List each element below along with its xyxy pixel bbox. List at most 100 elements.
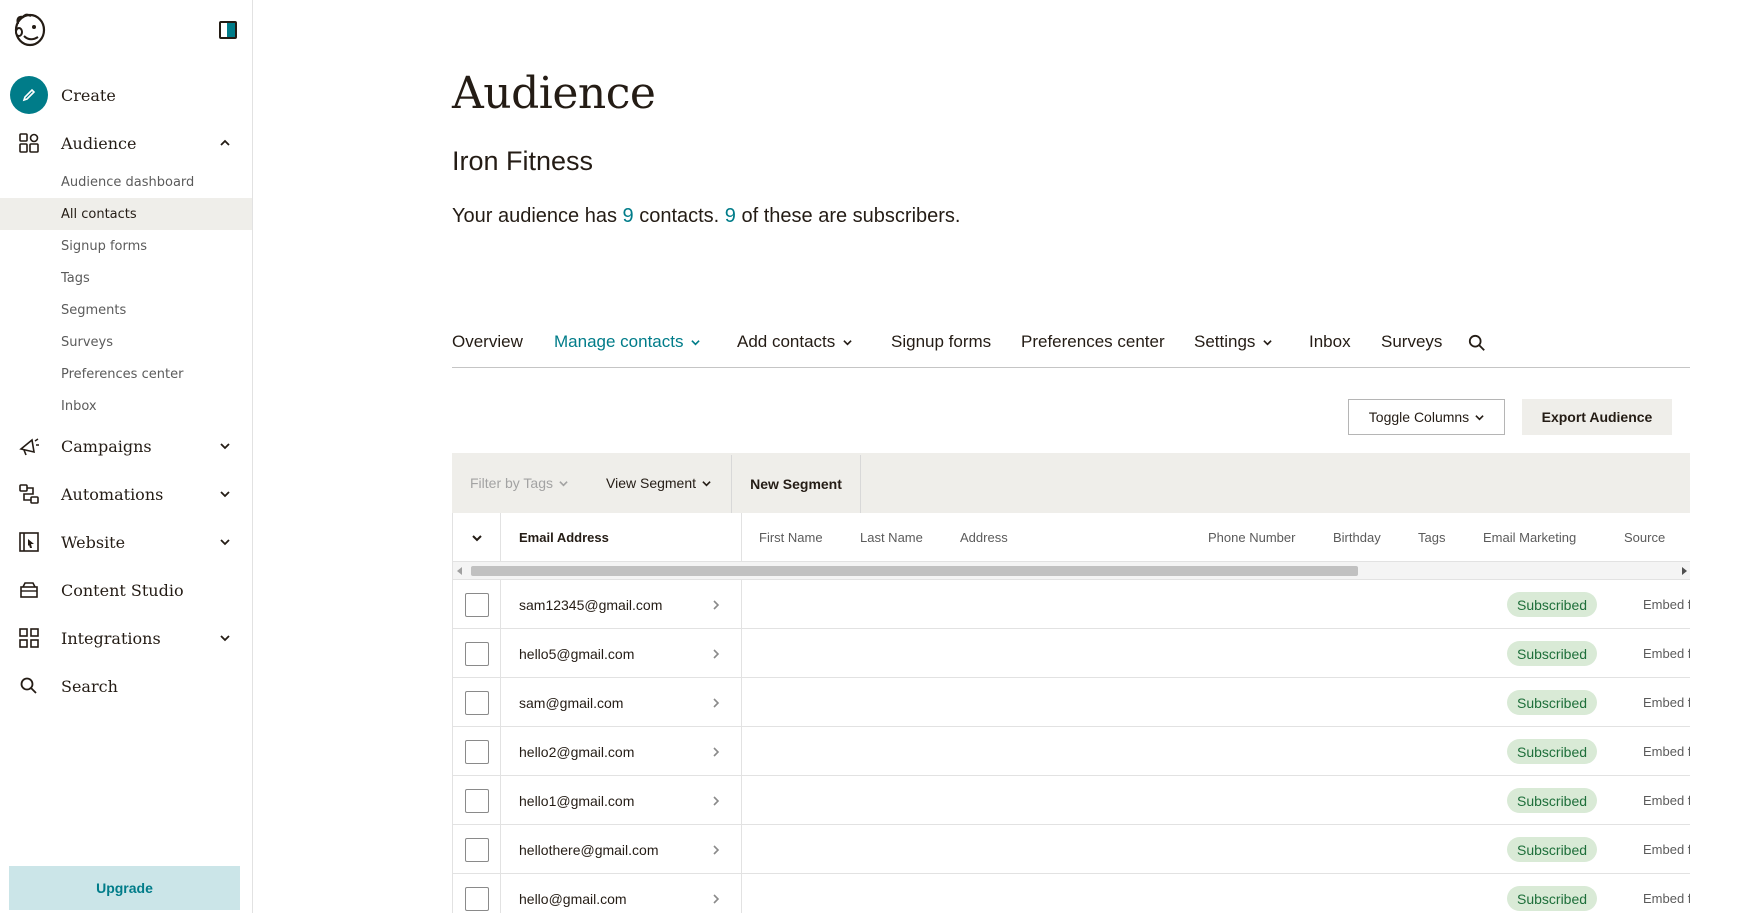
status-badge: Subscribed [1507,592,1598,617]
collapse-sidebar-icon[interactable] [219,21,237,39]
column-header-email[interactable]: Email Address [519,513,609,562]
nav-search[interactable]: Search [0,666,252,706]
chevron-right-icon[interactable] [711,894,721,904]
chevron-up-icon[interactable] [219,137,231,149]
tab-inbox[interactable]: Inbox [1309,332,1351,352]
view-segment-dropdown[interactable]: View Segment [606,453,711,513]
scroll-right-icon[interactable] [1682,567,1687,575]
column-header-address[interactable]: Address [960,513,1008,562]
column-header-birthday[interactable]: Birthday [1333,513,1381,562]
row-checkbox[interactable] [464,641,489,666]
upgrade-button[interactable]: Upgrade [9,866,240,910]
scrollbar-thumb[interactable] [471,566,1358,576]
table-row[interactable]: hello1@gmail.com Subscribed Embed f [453,776,1690,825]
sidebar-item-inbox[interactable]: Inbox [0,390,252,422]
tab-overview[interactable]: Overview [452,332,523,352]
column-header-tags[interactable]: Tags [1418,513,1445,562]
chevron-down-icon[interactable] [219,440,231,452]
tab-manage-contacts[interactable]: Manage contacts [554,332,701,352]
tab-settings[interactable]: Settings [1194,332,1273,352]
nav-website[interactable]: Website [0,522,252,562]
column-divider [741,825,742,874]
row-checkbox[interactable] [464,788,489,813]
contacts-table: Email Address First Name Last Name Addre… [452,513,1690,913]
tab-add-contacts[interactable]: Add contacts [737,332,852,352]
chevron-down-icon[interactable] [219,632,231,644]
tab-surveys[interactable]: Surveys [1381,332,1442,352]
sidebar-item-signup-forms[interactable]: Signup forms [0,230,252,262]
nav-integrations[interactable]: Integrations [0,618,252,658]
sidebar: Create Audience Audience dashboard All c… [0,0,253,913]
row-checkbox[interactable] [464,739,489,764]
table-row[interactable]: sam12345@gmail.com Subscribed Embed f [453,580,1690,629]
nav-create[interactable]: Create [0,75,252,115]
table-row[interactable]: hello2@gmail.com Subscribed Embed f [453,727,1690,776]
column-header-source[interactable]: Source [1624,513,1665,562]
chevron-right-icon[interactable] [711,649,721,659]
sidebar-item-tags[interactable]: Tags [0,262,252,294]
toggle-columns-button[interactable]: Toggle Columns [1348,399,1505,435]
sidebar-item-segments[interactable]: Segments [0,294,252,326]
chevron-right-icon[interactable] [711,845,721,855]
table-row[interactable]: hello5@gmail.com Subscribed Embed f [453,629,1690,678]
nav-create-label: Create [61,85,116,105]
row-select-cell [453,776,501,825]
view-segment-label: View Segment [606,475,697,491]
chevron-down-icon [1475,414,1484,420]
row-checkbox[interactable] [464,837,489,862]
tab-signup-forms[interactable]: Signup forms [891,332,991,352]
row-checkbox[interactable] [464,592,489,617]
tab-label: Manage contacts [554,332,684,351]
row-email[interactable]: hello2@gmail.com [519,727,634,776]
row-email[interactable]: hellothere@gmail.com [519,825,659,874]
page-title: Audience [452,68,656,119]
chevron-down-icon[interactable] [219,536,231,548]
row-select-cell [453,580,501,629]
chevron-right-icon[interactable] [711,796,721,806]
horizontal-scrollbar[interactable] [453,562,1690,580]
tab-label: Overview [452,332,523,351]
scroll-left-icon[interactable] [457,567,462,575]
row-email[interactable]: sam@gmail.com [519,678,623,727]
column-header-first-name[interactable]: First Name [759,513,823,562]
tab-label: Inbox [1309,332,1351,351]
mailchimp-logo-icon[interactable] [10,10,48,48]
nav-search-label: Search [61,676,118,696]
sidebar-item-all-contacts[interactable]: All contacts [0,198,252,230]
row-source: Embed f [1643,891,1690,906]
toggle-columns-label: Toggle Columns [1368,409,1470,425]
filter-by-tags-dropdown[interactable]: Filter by Tags [470,453,568,513]
sidebar-item-label: Segments [61,302,127,318]
row-email[interactable]: hello1@gmail.com [519,776,634,825]
row-email[interactable]: sam12345@gmail.com [519,580,662,629]
column-header-last-name[interactable]: Last Name [860,513,923,562]
row-checkbox[interactable] [464,690,489,715]
export-audience-button[interactable]: Export Audience [1522,399,1672,435]
chevron-right-icon[interactable] [711,600,721,610]
select-all-dropdown[interactable] [453,513,501,562]
row-email[interactable]: hello@gmail.com [519,874,627,913]
nav-content-studio[interactable]: Content Studio [0,570,252,610]
tab-label: Signup forms [891,332,992,351]
chevron-right-icon[interactable] [711,747,721,757]
column-header-email-marketing[interactable]: Email Marketing [1483,513,1576,562]
nav-audience[interactable]: Audience [0,123,252,163]
table-row[interactable]: hellothere@gmail.com Subscribed Embed f [453,825,1690,874]
new-segment-button[interactable]: New Segment [731,455,861,513]
sidebar-item-preferences-center[interactable]: Preferences center [0,358,252,390]
row-checkbox[interactable] [464,886,489,911]
sidebar-item-label: Surveys [61,334,113,350]
sidebar-item-audience-dashboard[interactable]: Audience dashboard [0,166,252,198]
search-tab-icon[interactable] [1468,334,1486,352]
row-email[interactable]: hello5@gmail.com [519,629,634,678]
sidebar-item-label: All contacts [61,206,137,222]
tab-preferences-center[interactable]: Preferences center [1021,332,1165,352]
table-row[interactable]: sam@gmail.com Subscribed Embed f [453,678,1690,727]
chevron-right-icon[interactable] [711,698,721,708]
nav-campaigns[interactable]: Campaigns [0,426,252,466]
table-row[interactable]: hello@gmail.com Subscribed Embed f [453,874,1690,913]
column-header-phone[interactable]: Phone Number [1208,513,1295,562]
sidebar-item-surveys[interactable]: Surveys [0,326,252,358]
chevron-down-icon[interactable] [219,488,231,500]
nav-automations[interactable]: Automations [0,474,252,514]
